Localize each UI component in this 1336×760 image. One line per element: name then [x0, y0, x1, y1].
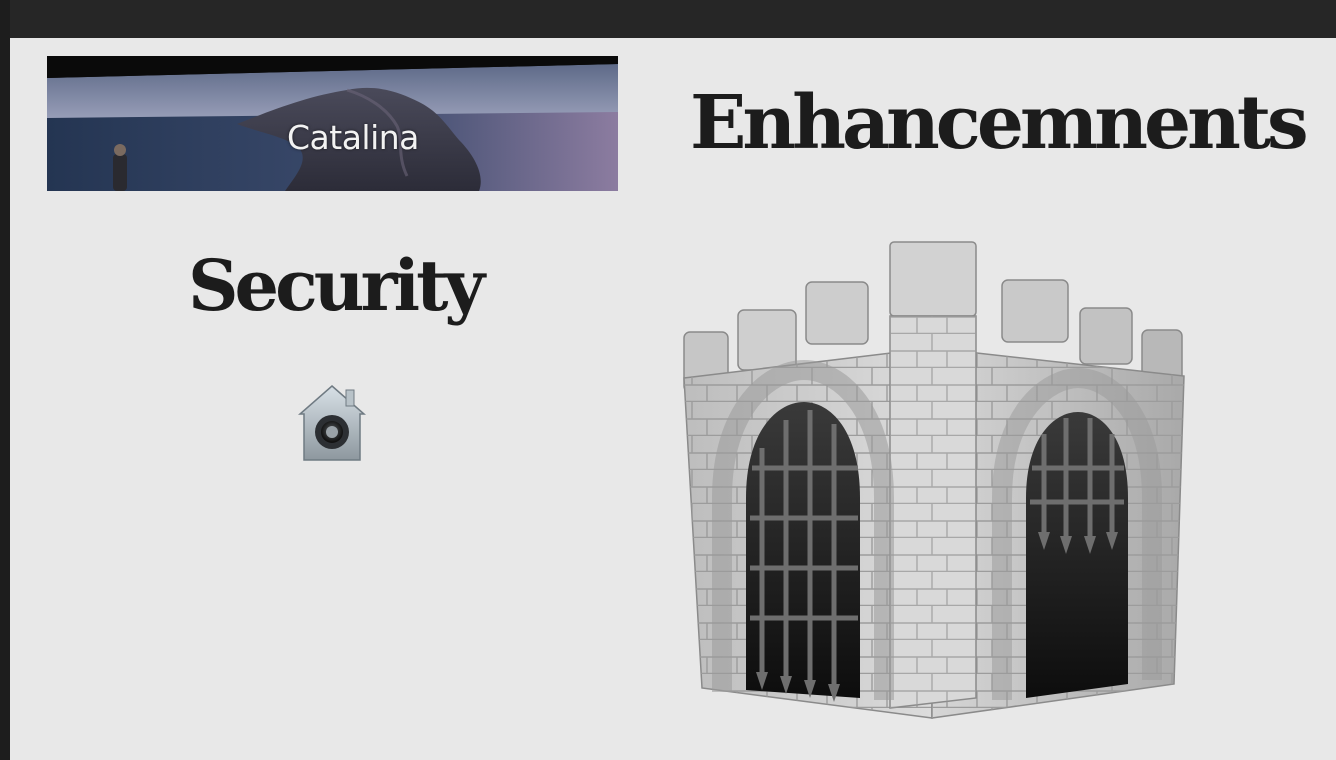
slide: Catalina Enhancemnents Security: [10, 38, 1336, 760]
catalina-banner-image: Catalina: [47, 56, 618, 191]
banner-caption: Catalina: [287, 118, 419, 157]
section-title: Security: [188, 244, 485, 327]
top-bar: [0, 0, 1336, 38]
gatekeeper-castle-icon: [662, 198, 1194, 728]
left-edge: [0, 0, 10, 760]
page-title: Enhancemnents: [690, 80, 1309, 166]
security-lock-icon: [296, 382, 368, 464]
